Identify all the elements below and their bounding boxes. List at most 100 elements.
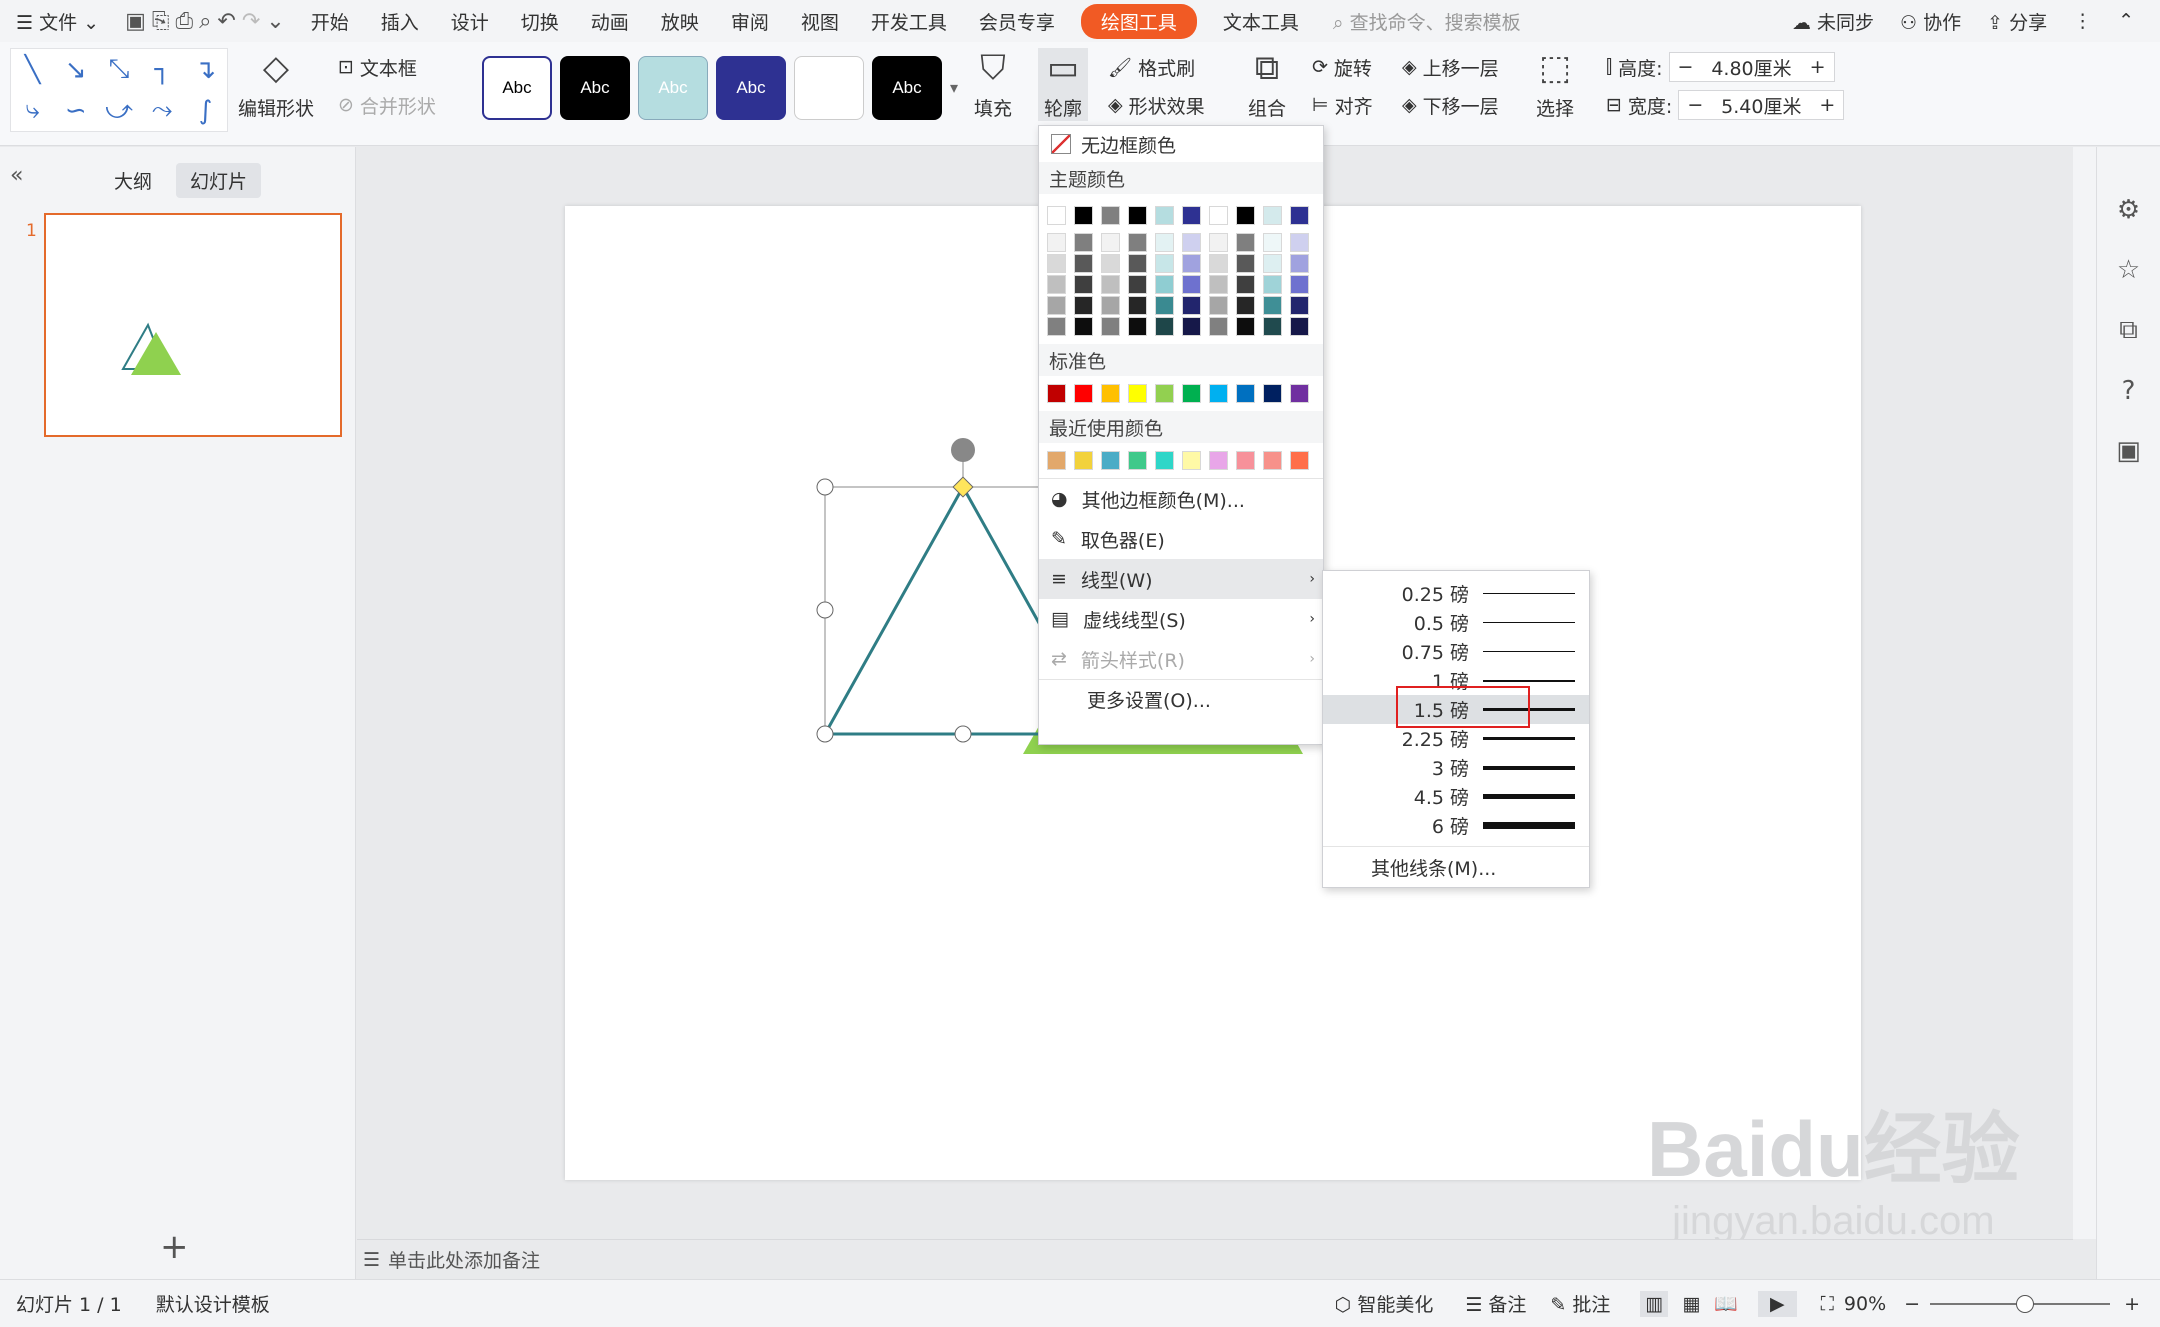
dash-style-item[interactable]: ▤ 虚线线型(S) › [1039, 599, 1323, 639]
notes-toggle[interactable]: ☰ 备注 [1465, 1290, 1526, 1317]
color-swatch[interactable] [1047, 254, 1066, 273]
sorter-view-icon[interactable]: ▦ [1682, 1293, 1700, 1315]
color-swatch[interactable] [1128, 384, 1147, 403]
line-width-option[interactable]: 0.5 磅 [1323, 608, 1589, 637]
edit-shape-button[interactable]: ◇ 编辑形状 [238, 48, 314, 121]
group-button[interactable]: ⧉ 组合 [1248, 48, 1286, 121]
vertical-scrollbar[interactable] [2073, 147, 2096, 1239]
color-swatch[interactable] [1128, 206, 1147, 225]
color-swatch[interactable] [1182, 317, 1201, 336]
color-swatch[interactable] [1236, 233, 1255, 252]
color-swatch[interactable] [1101, 233, 1120, 252]
color-swatch[interactable] [1182, 384, 1201, 403]
color-swatch[interactable] [1155, 254, 1174, 273]
redo-icon[interactable]: ↷ [242, 9, 260, 34]
rotate-button[interactable]: ⟳ 旋转 [1312, 48, 1373, 86]
preview-icon[interactable]: ⌕ [199, 9, 211, 34]
textbox-button[interactable]: ⊡ 文本框 [338, 48, 436, 86]
style-preset-3[interactable]: Abc [638, 56, 708, 120]
color-swatch[interactable] [1128, 451, 1147, 470]
tab-design[interactable]: 设计 [435, 8, 505, 35]
color-swatch[interactable] [1074, 233, 1093, 252]
color-swatch[interactable] [1101, 254, 1120, 273]
color-swatch[interactable] [1263, 317, 1282, 336]
fill-button[interactable]: ⛉ 填充 [974, 48, 1012, 121]
line-shape-icon[interactable]: ╲ [25, 55, 41, 85]
no-border-item[interactable]: 无边框颜色 [1039, 126, 1323, 162]
color-swatch[interactable] [1101, 384, 1120, 403]
tab-insert[interactable]: 插入 [365, 8, 435, 35]
help-icon[interactable]: ? [2122, 376, 2136, 406]
zoom-slider[interactable] [1930, 1294, 2111, 1313]
tab-transition[interactable]: 切换 [505, 8, 575, 35]
more-colors-item[interactable]: ◕ 其他边框颜色(M)... [1039, 479, 1323, 519]
color-swatch[interactable] [1209, 317, 1228, 336]
color-swatch[interactable] [1047, 296, 1066, 315]
curve-double-arrow-icon[interactable]: ⤳ [152, 95, 173, 126]
color-swatch[interactable] [1101, 296, 1120, 315]
more-settings-item[interactable]: 更多设置(O)... [1039, 679, 1323, 719]
arrow-style-item[interactable]: ⇄ 箭头样式(R) › [1039, 639, 1323, 679]
color-swatch[interactable] [1263, 275, 1282, 294]
zoom-out-icon[interactable]: − [1904, 1293, 1920, 1315]
undo-icon[interactable]: ↶ [217, 9, 235, 34]
collab-button[interactable]: ⚇ 协作 [1900, 8, 1961, 35]
tab-member[interactable]: 会员专享 [963, 8, 1071, 35]
elbow-connector-icon[interactable]: ┐ [154, 55, 170, 85]
share-button[interactable]: ⇪ 分享 [1987, 8, 2047, 35]
freeform-icon[interactable]: ∫ [199, 96, 213, 126]
color-swatch[interactable] [1209, 254, 1228, 273]
template-name[interactable]: 默认设计模板 [156, 1290, 270, 1317]
zoom-slider-thumb[interactable] [2016, 1294, 2035, 1313]
color-swatch[interactable] [1128, 275, 1147, 294]
double-arrow-shape-icon[interactable]: ⤡ [109, 54, 130, 85]
color-swatch[interactable] [1101, 317, 1120, 336]
tab-slides[interactable]: 幻灯片 [176, 163, 262, 198]
line-style-item[interactable]: ≡ 线型(W) › [1039, 559, 1323, 599]
transition-icon[interactable]: ⧉ [2119, 315, 2138, 346]
color-swatch[interactable] [1182, 254, 1201, 273]
color-swatch[interactable] [1074, 296, 1093, 315]
zoom-level[interactable]: 90% [1844, 1293, 1886, 1315]
more-options-icon[interactable]: ⋮ [2073, 10, 2092, 32]
slide-thumbnail[interactable] [44, 213, 342, 437]
outline-button[interactable]: ▭ 轮廓 [1038, 48, 1089, 121]
color-swatch[interactable] [1155, 317, 1174, 336]
curve-connector-icon[interactable]: ∽ [65, 96, 87, 126]
tab-outline[interactable]: 大纲 [100, 163, 166, 198]
save-icon[interactable]: ▣ [125, 9, 146, 34]
elbow-arrow-icon[interactable]: ↴ [195, 55, 217, 85]
color-swatch[interactable] [1128, 296, 1147, 315]
beautify-button[interactable]: ⬡ 智能美化 [1335, 1290, 1434, 1317]
color-swatch[interactable] [1209, 384, 1228, 403]
more-lines-item[interactable]: 其他线条(M)... [1323, 846, 1589, 888]
increase-icon[interactable]: + [1810, 56, 1826, 78]
color-swatch[interactable] [1182, 206, 1201, 225]
color-swatch[interactable] [1047, 317, 1066, 336]
color-swatch[interactable] [1263, 451, 1282, 470]
tab-view[interactable]: 视图 [785, 8, 855, 35]
properties-icon[interactable]: ⚙ [2117, 195, 2140, 225]
color-swatch[interactable] [1074, 206, 1093, 225]
line-width-option[interactable]: 6 磅 [1323, 811, 1589, 840]
width-input[interactable]: −5.40厘米 + [1678, 90, 1845, 120]
color-swatch[interactable] [1047, 206, 1066, 225]
sync-button[interactable]: ☁ 未同步 [1792, 8, 1874, 35]
color-swatch[interactable] [1074, 254, 1093, 273]
color-swatch[interactable] [1290, 254, 1309, 273]
color-swatch[interactable] [1236, 296, 1255, 315]
color-swatch[interactable] [1128, 233, 1147, 252]
color-swatch[interactable] [1128, 317, 1147, 336]
color-swatch[interactable] [1209, 233, 1228, 252]
color-swatch[interactable] [1263, 254, 1282, 273]
color-swatch[interactable] [1236, 384, 1255, 403]
color-swatch[interactable] [1209, 206, 1228, 225]
style-gallery-more-icon[interactable]: ▾ [950, 78, 958, 97]
curve-arrow-icon[interactable]: ⤻ [105, 95, 133, 126]
color-swatch[interactable] [1290, 317, 1309, 336]
style-preset-5[interactable] [794, 56, 864, 120]
command-search[interactable]: ⌕ 查找命令、搜索模板 [1333, 8, 1521, 35]
tab-slideshow[interactable]: 放映 [645, 8, 715, 35]
format-painter-button[interactable]: 🖌 格式刷 [1108, 48, 1205, 86]
color-swatch[interactable] [1128, 254, 1147, 273]
